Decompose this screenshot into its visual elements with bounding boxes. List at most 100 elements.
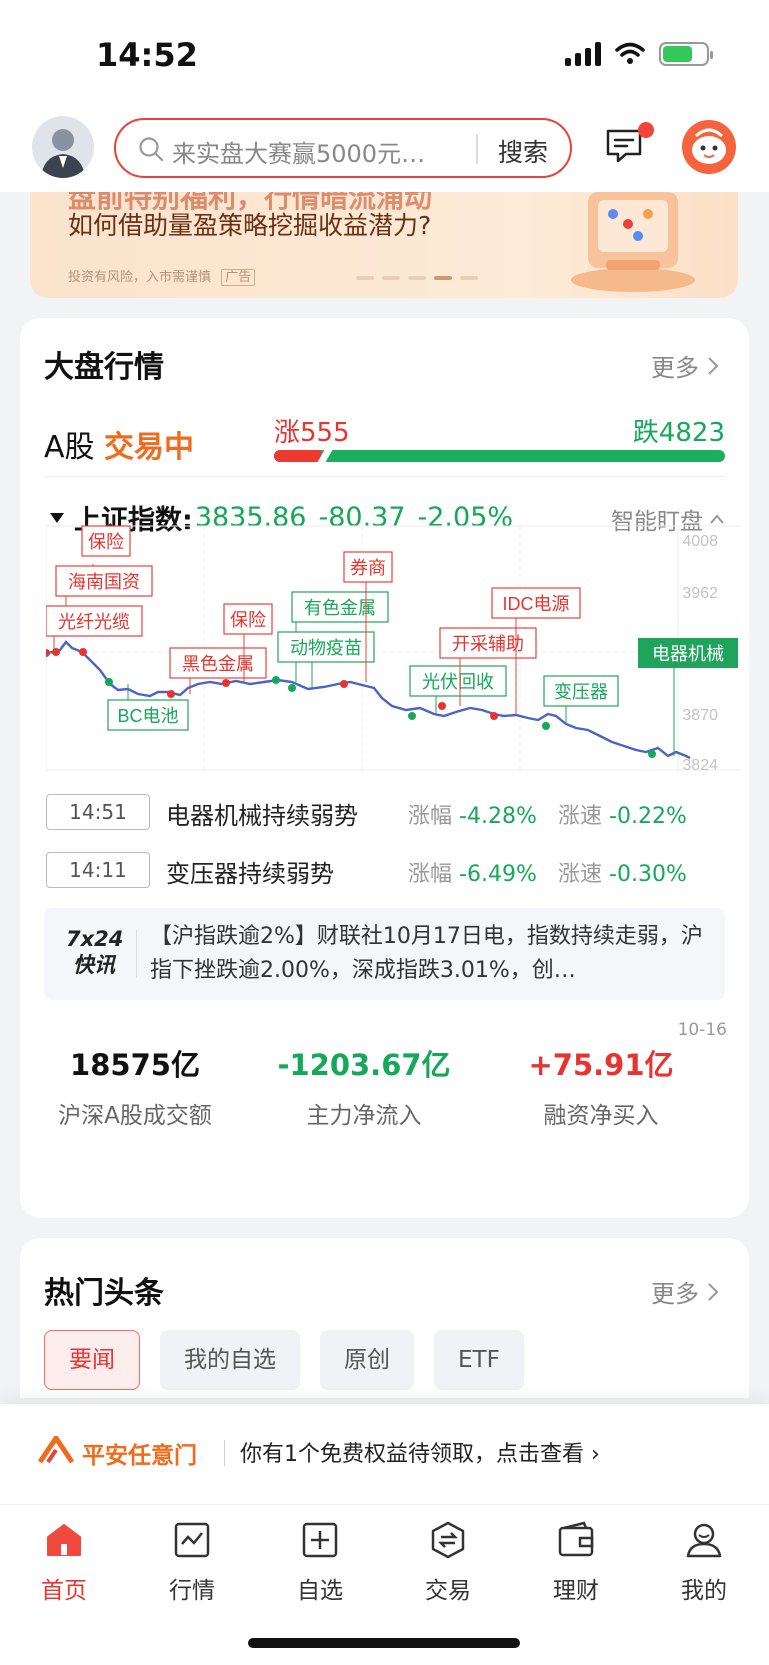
divider [44,476,725,477]
tab-watchlist[interactable]: 自选 [270,1515,370,1605]
event-dot [46,649,50,657]
tab-home[interactable]: 首页 [14,1515,114,1605]
alert-speed: 涨速 -0.22% [558,804,687,829]
status-icons [565,42,713,66]
chart-tag-guangfu[interactable]: 光伏回收 [409,665,507,714]
event-dot [340,680,348,688]
svg-text:变压器: 变压器 [554,682,608,702]
banner-illustration [571,192,695,292]
search-placeholder[interactable]: 来实盘大赛赢5000元… [172,134,425,169]
search-divider [476,134,478,164]
svg-text:IDC电源: IDC电源 [503,594,570,614]
flash-news-text: 【沪指跌逾2%】财联社10月17日电，指数持续走弱，沪指下挫跌逾2.00%，深成… [150,924,703,983]
add-watchlist-icon [302,1522,338,1558]
search-box[interactable]: 来实盘大赛赢5000元… 搜索 [114,118,572,178]
chart-tag-heise[interactable]: 黑色金属 [169,647,267,694]
alert-text: 电器机械持续弱势 [166,802,358,830]
main-inflow-value: -1203.67亿 [277,1048,451,1082]
a-share-label: A股 [44,430,95,465]
event-dot [222,679,230,687]
alert-row[interactable]: 14:11 变压器持续弱势 涨幅 -6.49% 涨速 -0.30% [46,852,726,888]
tab-home-label: 首页 [41,1578,87,1604]
user-avatar[interactable] [32,116,94,178]
alert-row[interactable]: 14:51 电器机械持续弱势 涨幅 -4.28% 涨速 -0.22% [46,794,726,830]
market-more-link[interactable]: 更多 [651,348,719,383]
promo-brand: 平安任意门 [82,1443,197,1469]
svg-text:光纤光缆: 光纤光缆 [58,612,130,632]
market-card: 大盘行情 更多 A股 交易中 涨555 跌4823 上证指数: 3835.86 … [20,318,749,1218]
svg-text:光伏回收: 光伏回收 [422,672,494,692]
chart-tag-guangxian[interactable]: 光纤光缆 [46,605,143,652]
home-icon [47,1524,81,1556]
chevron-right-icon [708,356,719,375]
hot-news-card: 热门头条 更多 要闻 我的自选 原创 ETF [20,1238,749,1398]
tab-my-watchlist[interactable]: 我的自选 [160,1330,300,1390]
chart-grid [46,525,740,771]
signal-icon [565,42,601,66]
svg-text:BC电池: BC电池 [117,706,178,726]
battery-icon [659,42,713,66]
y-tick-3962: 3962 [682,585,718,602]
promo-divider [224,1440,225,1466]
hot-news-more-link[interactable]: 更多 [651,1274,719,1309]
market-title: 大盘行情 [44,350,164,385]
event-dot [272,676,280,684]
svg-text:保险: 保险 [88,532,124,552]
chevron-right-icon [708,1282,719,1301]
event-dot [167,690,175,698]
ad-banner[interactable]: 盘前特别福利，行情暗流涌动 如何借助量盈策略挖掘收益潜力? 投资有风险，入市需谨… [30,192,738,298]
event-dot [648,750,656,758]
banner-title: 如何借助量盈策略挖掘收益潜力? [68,211,432,240]
tab-market-label: 行情 [169,1578,215,1604]
tab-original[interactable]: 原创 [320,1330,414,1390]
event-dot [408,712,416,720]
search-icon [139,137,164,162]
tab-watchlist-label: 自选 [297,1578,343,1604]
alert-time: 14:11 [46,852,150,888]
top-header: 来实盘大赛赢5000元… 搜索 [0,112,769,192]
profile-icon [686,1523,722,1558]
chart-tag-dongwu[interactable]: 动物疫苗 [277,631,375,688]
event-dot [52,648,60,656]
svg-text:有色金属: 有色金属 [304,598,376,618]
flow-date: 10-16 [677,1020,727,1040]
tab-headlines[interactable]: 要闻 [44,1330,140,1390]
trade-icon [431,1521,465,1559]
hot-news-title: 热门头条 [44,1276,164,1311]
tab-profile[interactable]: 我的 [654,1515,754,1605]
event-dot [288,684,296,692]
tab-trade[interactable]: 交易 [398,1515,498,1605]
margin-buy-value: +75.91亿 [528,1048,674,1082]
margin-buy-label: 融资净买入 [543,1103,659,1129]
main-inflow-stat[interactable]: -1203.67亿 主力净流入 [249,1042,479,1130]
alert-change: 涨幅 -6.49% [408,862,537,887]
wifi-icon [615,42,645,64]
event-dot [105,678,113,686]
main-inflow-label: 主力净流入 [306,1103,422,1129]
flash-news-logo: 7x24 快讯 [66,927,124,977]
event-dot [438,702,446,710]
turnover-stat[interactable]: 18575亿 沪深A股成交额 [20,1042,250,1130]
svg-text:黑色金属: 黑色金属 [182,654,254,674]
chart-tag-dianqi[interactable]: 电器机械 [638,638,738,756]
tab-trade-label: 交易 [425,1578,471,1604]
promo-strip[interactable]: 平安任意门 你有1个免费权益待领取，点击查看 › [0,1404,769,1504]
svg-text:海南国资: 海南国资 [68,572,140,592]
tab-etf[interactable]: ETF [434,1330,524,1390]
rise-count: 涨555 [274,418,350,448]
turnover-value: 18575亿 [70,1048,200,1082]
hot-news-tabs: 要闻 我的自选 原创 ETF [44,1330,524,1390]
margin-buy-stat[interactable]: +75.91亿 融资净买入 [486,1042,716,1130]
tab-profile-label: 我的 [681,1578,727,1604]
news-divider [136,930,137,978]
flash-news[interactable]: 7x24 快讯 【沪指跌逾2%】财联社10月17日电，指数持续走弱，沪指下挫跌逾… [44,908,725,1000]
tab-wealth[interactable]: 理财 [526,1515,626,1605]
y-tick-3824: 3824 [682,757,718,774]
alert-change: 涨幅 -4.28% [408,804,537,829]
alert-time: 14:51 [46,794,150,830]
intraday-chart[interactable]: 4008 3962 3870 3824 保险 海南国资 光纤光缆 黑色金属 保险… [46,524,740,806]
tab-market[interactable]: 行情 [142,1515,242,1605]
search-button[interactable]: 搜索 [498,133,548,169]
svg-text:动物疫苗: 动物疫苗 [290,638,362,658]
mascot-icon[interactable] [682,120,736,174]
